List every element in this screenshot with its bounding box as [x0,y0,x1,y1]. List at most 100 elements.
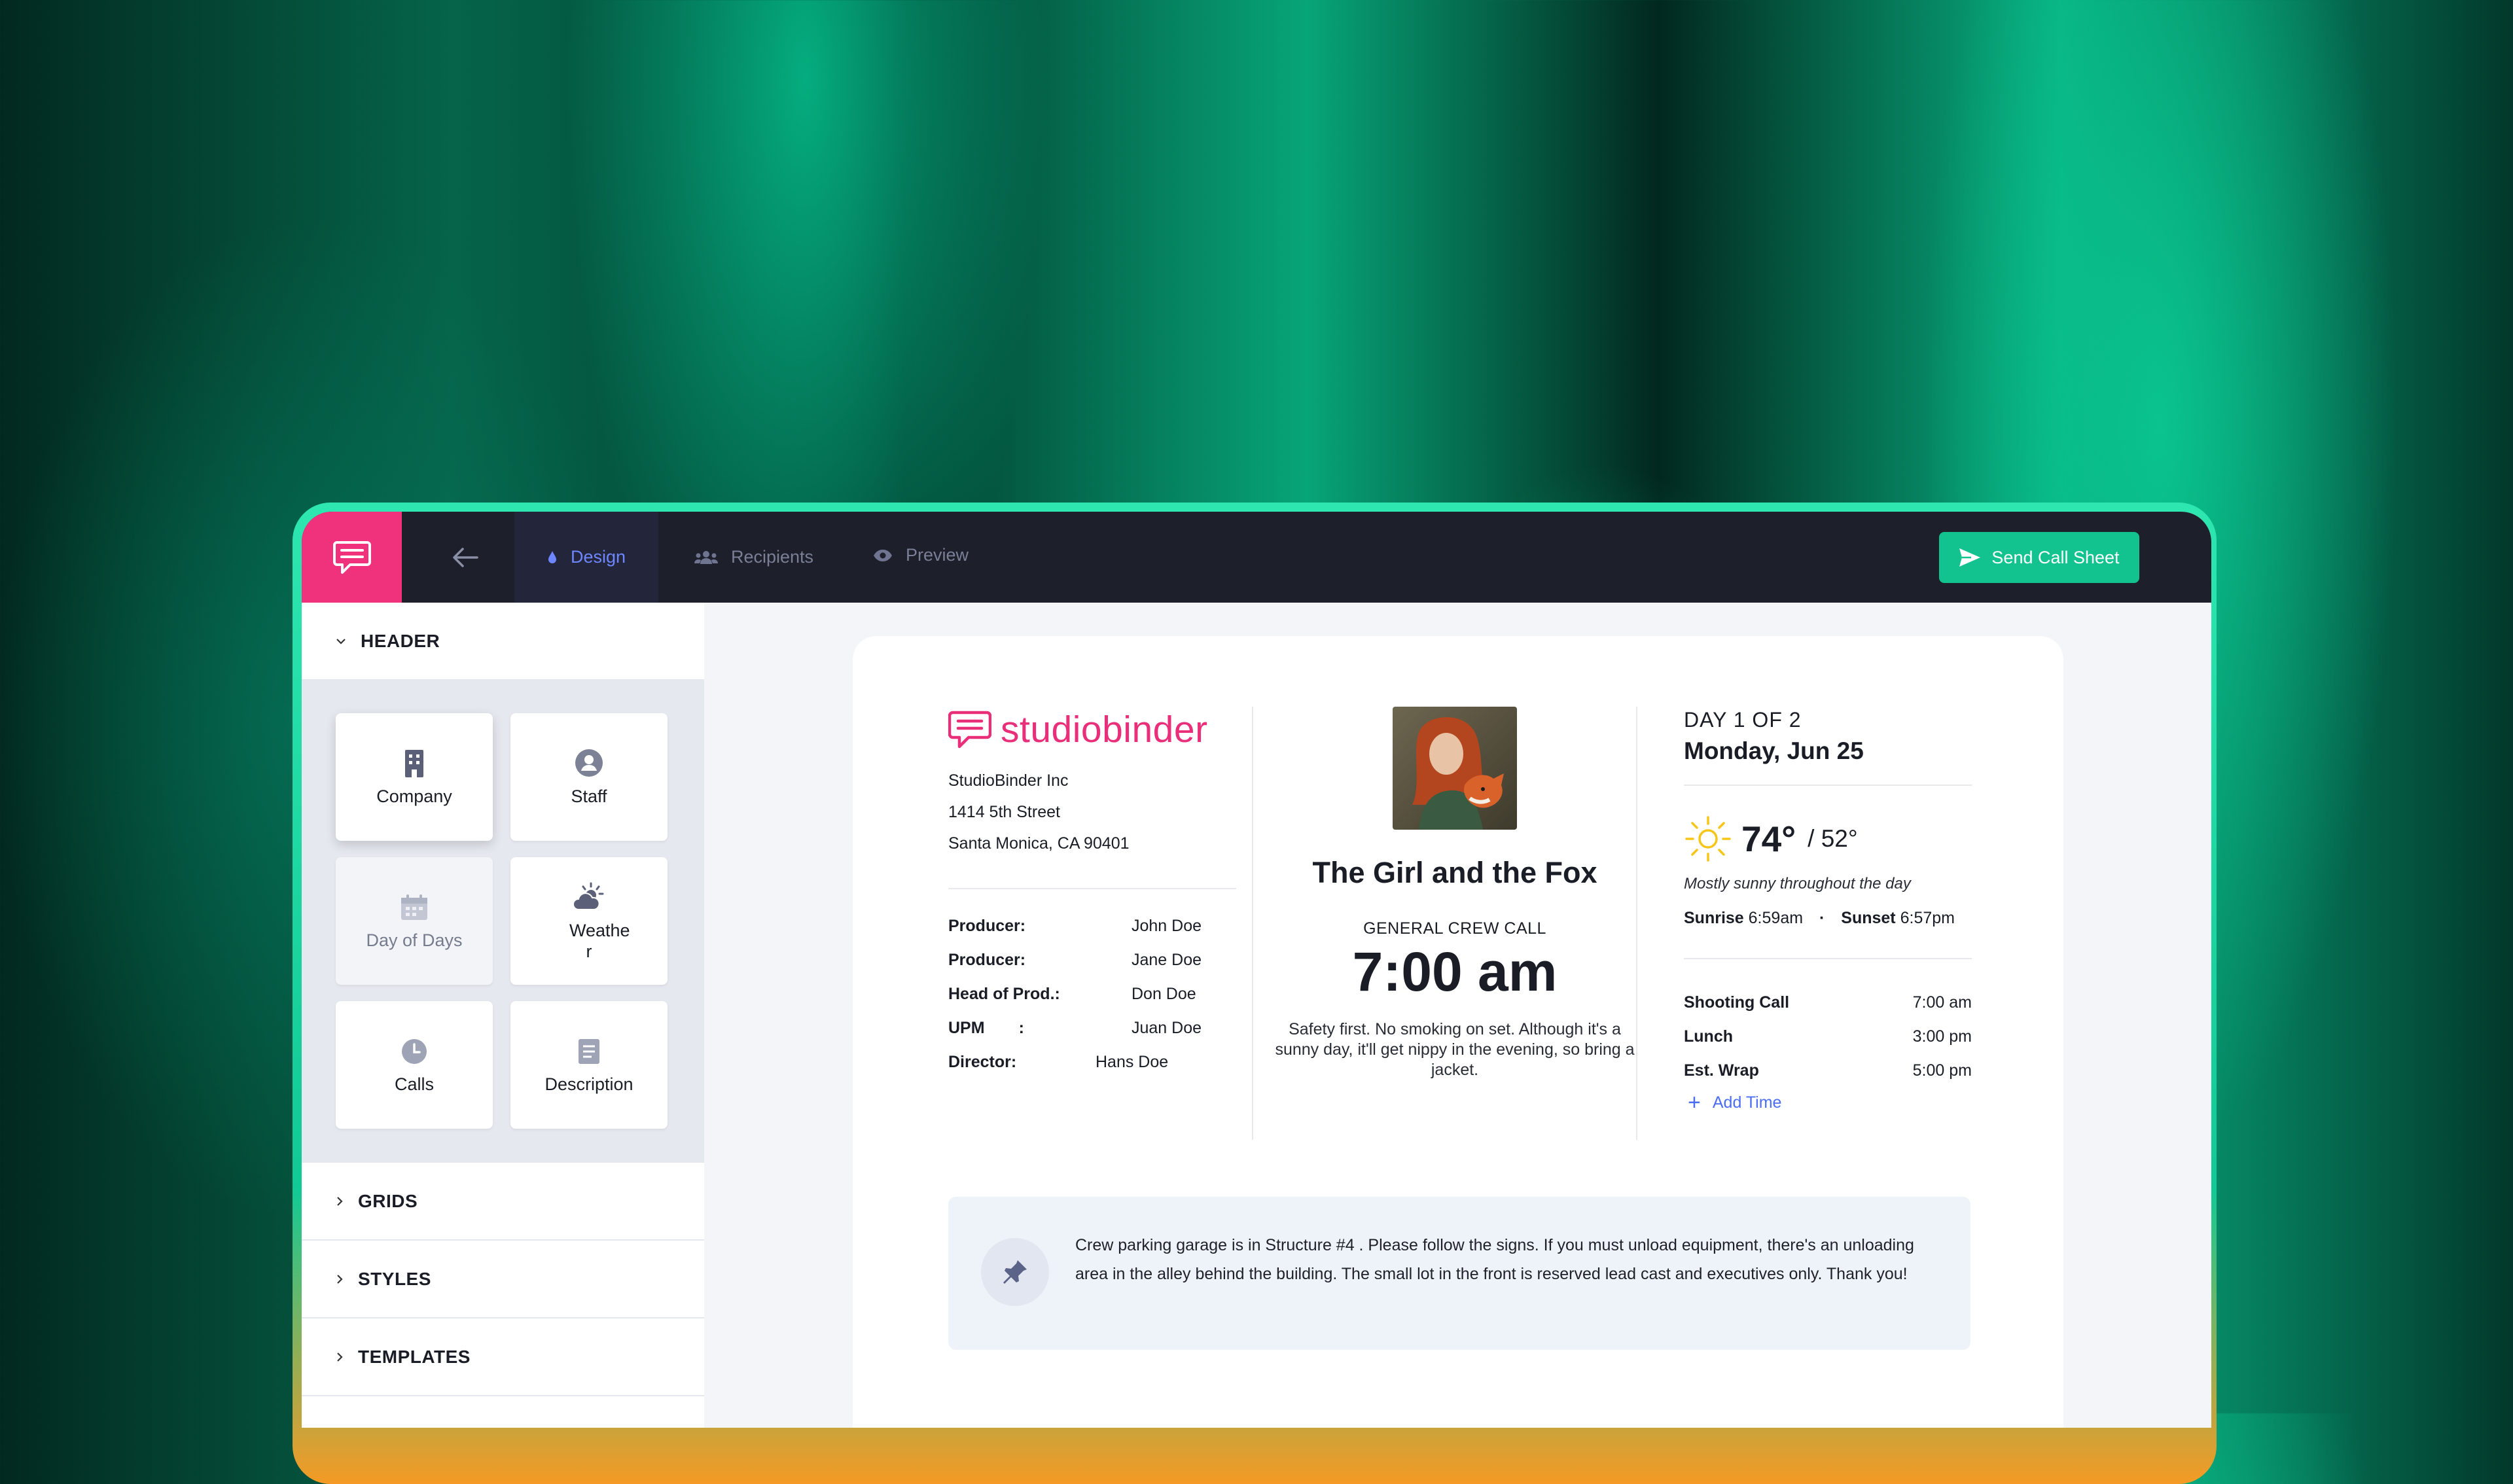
block-weather[interactable]: Weathe r [510,857,668,985]
divider [948,888,1236,889]
building-icon [403,747,425,777]
block-weather-label: Weathe r [569,920,630,961]
block-staff[interactable]: Staff [510,713,668,841]
crew-role: Producer: [948,950,1026,969]
section-header-toggle[interactable]: HEADER [302,603,704,680]
time-row: Est. Wrap 5:00 pm [1684,1053,1972,1087]
section-grids-toggle[interactable]: GRIDS [302,1163,704,1241]
section-styles-toggle[interactable]: STYLES [302,1241,704,1318]
project-photo[interactable] [1393,707,1517,830]
add-time-button[interactable]: + Add Time [1684,1090,1972,1115]
column-divider [1636,707,1637,1140]
people-icon [694,550,718,565]
company-name: StudioBinder Inc [948,771,1069,790]
block-day-of-days-label: Day of Days [366,930,463,950]
notice-text: Crew parking garage is in Structure #4 .… [1075,1236,1914,1283]
time-row: Lunch 3:00 pm [1684,1019,1972,1053]
tab-preview[interactable]: Preview [873,512,969,601]
parking-notice: Crew parking garage is in Structure #4 .… [948,1197,1970,1350]
time-value: 7:00 am [1912,993,1972,1012]
block-calls[interactable]: Calls [336,1001,493,1129]
crew-row: Head of Prod.: Don Doe [948,977,1236,1011]
cloud-sun-icon [573,881,605,911]
app-logo[interactable] [302,512,402,603]
crew-name: Don Doe [1132,984,1196,1003]
calendar-icon [400,891,429,921]
column-divider [1252,707,1253,1140]
company-address: StudioBinder Inc 1414 5th Street Santa M… [948,765,1236,859]
clock-icon [401,1035,428,1065]
chat-bubble-icon [332,540,371,574]
section-templates-label: TEMPLATES [358,1346,471,1367]
crew-role: UPM: [948,1019,1132,1038]
crew-row: Producer: John Doe [948,909,1236,943]
send-call-sheet-button[interactable]: Send Call Sheet [1939,532,2139,583]
sidebar: HEADER Company Staff Day of Days Weathe … [302,603,704,1428]
sunrise-label: Sunrise [1684,909,1744,927]
company-city: Santa Monica, CA 90401 [948,834,1130,853]
section-templates-toggle[interactable]: TEMPLATES [302,1318,704,1396]
header-blocks-grid: Company Staff Day of Days Weathe r Calls… [302,680,704,1163]
brand-word: studiobinder [1001,709,1208,751]
project-column: The Girl and the Fox GENERAL CREW CALL 7… [1272,707,1638,1080]
company-column: studiobinder StudioBinder Inc 1414 5th S… [948,708,1236,1079]
temperature-low: / 52° [1808,825,1858,852]
crew-row: Producer: Jane Doe [948,943,1236,977]
temperature-high: 74° [1741,819,1796,859]
general-crew-call-time: 7:00 am [1352,941,1558,1002]
person-icon [575,747,603,777]
block-company-label: Company [376,786,452,806]
top-bar: Design Recipients Preview Send Call Shee… [302,512,2211,603]
crew-name: Juan Doe [1132,1018,1202,1037]
plus-icon: + [1688,1090,1701,1115]
send-call-sheet-label: Send Call Sheet [1991,547,2120,567]
crew-name: John Doe [1132,916,1202,935]
call-sheet-preview: studiobinder StudioBinder Inc 1414 5th S… [853,636,2063,1428]
chevron-right-icon [336,1352,344,1362]
company-street: 1414 5th Street [948,803,1060,821]
time-value: 3:00 pm [1912,1027,1972,1046]
tab-recipients[interactable]: Recipients [694,512,813,603]
day-of-days: DAY 1 OF 2 [1684,708,1802,732]
document-icon [577,1035,601,1065]
time-label: Lunch [1684,1027,1733,1046]
crew-role: Producer: [948,916,1026,935]
shoot-date: Monday, Jun 25 [1684,737,1864,764]
chevron-right-icon [336,1196,344,1207]
separator-dot: · [1819,909,1825,927]
crew-name: Jane Doe [1132,950,1202,969]
tab-design-label: Design [570,547,626,567]
section-styles-label: STYLES [358,1268,431,1289]
crew-role-text: UPM [948,1018,985,1037]
tab-design[interactable]: Design [514,512,658,603]
app-window: Design Recipients Preview Send Call Shee… [302,512,2211,1428]
block-company[interactable]: Company [336,713,493,841]
crew-role: Director: [948,1052,1017,1071]
time-value: 5:00 pm [1912,1061,1972,1080]
project-title: The Girl and the Fox [1312,856,1597,889]
chat-bubble-icon [948,711,991,749]
tab-recipients-label: Recipients [731,547,814,567]
sunrise-sunset: Sunrise 6:59am · Sunset 6:57pm [1684,909,1972,928]
block-day-of-days[interactable]: Day of Days [336,857,493,985]
crew-name: Hans Doe [1096,1052,1169,1071]
block-calls-label: Calls [394,1074,434,1094]
studiobinder-logo: studiobinder [948,708,1236,751]
safety-note: Safety first. No smoking on set. Althoug… [1275,1020,1635,1079]
pin-icon [981,1238,1049,1306]
time-row: Shooting Call 7:00 am [1684,985,1972,1019]
schedule-column: DAY 1 OF 2 Monday, Jun 25 74° / 52° Most… [1684,707,1972,1115]
sunset-time: 6:57pm [1900,909,1955,927]
droplet-icon [547,550,558,565]
chevron-right-icon [336,1274,344,1284]
divider [1684,785,1972,786]
block-description[interactable]: Description [510,1001,668,1129]
crew-list: Producer: John Doe Producer: Jane Doe He… [948,909,1236,1079]
back-button[interactable] [440,538,490,577]
section-header-label: HEADER [361,630,440,651]
girl-with-fox-image [1393,707,1517,830]
time-label: Shooting Call [1684,993,1790,1012]
general-crew-call-label: GENERAL CREW CALL [1363,919,1546,938]
block-description-label: Description [544,1074,633,1094]
tab-preview-label: Preview [906,545,969,565]
